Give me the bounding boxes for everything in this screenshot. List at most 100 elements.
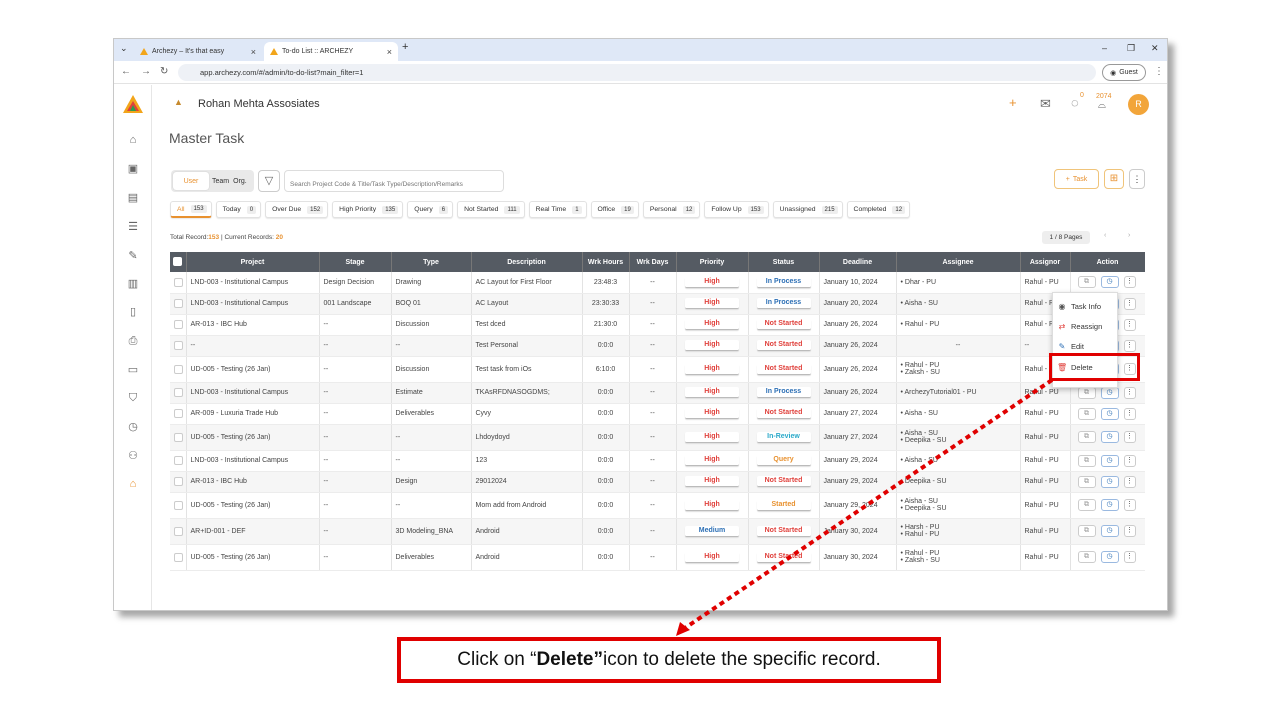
filter-chip[interactable]: All 153 — [170, 201, 212, 218]
row-checkbox[interactable] — [174, 320, 183, 329]
filter-chip[interactable]: Real Time 1 — [528, 201, 587, 218]
table-row[interactable]: AR-013 - IBC Hub -- Design 29012024 0:0:0 -- H… — [170, 471, 1145, 493]
column-header[interactable]: Wrk Hours — [582, 252, 630, 272]
row-menu-kebab-icon[interactable]: ⋮ — [1123, 475, 1136, 488]
filter-chip[interactable]: Query 6 — [407, 201, 454, 218]
table-row[interactable]: AR-013 - IBC Hub -- Discussion Test dced 21:… — [170, 314, 1145, 336]
filter-chip[interactable]: Follow Up 153 — [704, 201, 769, 218]
row-menu-kebab-icon[interactable]: ⋮ — [1123, 499, 1136, 511]
row-checkbox[interactable] — [174, 456, 183, 465]
prev-page-button[interactable]: ‹ — [1104, 232, 1106, 239]
reload-icon[interactable]: ↻ — [160, 66, 168, 77]
filter-chip[interactable]: Completed 12 — [846, 201, 911, 218]
tab-todo-list[interactable]: To-do List :: ARCHEZY × — [264, 42, 398, 61]
comment-button[interactable]: ⧉ — [1077, 551, 1096, 563]
comment-button[interactable]: ⧉ — [1077, 431, 1096, 443]
timesheet-icon[interactable]: ◷ — [126, 420, 140, 434]
chat-icon[interactable]: ◌ — [1071, 95, 1079, 110]
filter-chip[interactable]: Over Due 152 — [265, 201, 329, 218]
comment-button[interactable]: ⧉ — [1077, 499, 1096, 511]
edit-note-icon[interactable]: ✎ — [126, 249, 140, 263]
column-header[interactable]: Project — [186, 252, 320, 272]
row-checkbox[interactable] — [174, 432, 183, 442]
back-icon[interactable]: ← — [121, 66, 131, 77]
comment-button[interactable]: ⧉ — [1077, 454, 1096, 467]
row-checkbox[interactable] — [174, 299, 183, 308]
row-checkbox[interactable] — [174, 277, 183, 287]
list-icon[interactable]: ☰ — [126, 220, 140, 234]
row-checkbox[interactable] — [174, 364, 183, 374]
column-header[interactable]: Deadline — [819, 252, 897, 272]
report-icon[interactable]: ▥ — [126, 277, 140, 291]
row-checkbox[interactable] — [174, 477, 183, 486]
guest-profile-button[interactable]: ◉ Guest — [1102, 64, 1146, 81]
column-header[interactable]: Type — [391, 252, 472, 272]
column-header[interactable]: Assignor — [1020, 252, 1071, 272]
clock-icon[interactable]: ◷ — [1100, 386, 1119, 399]
comment-button[interactable]: ⧉ — [1077, 475, 1096, 488]
table-row[interactable]: AR+ID-001 - DEF -- 3D Modeling_BNA Android 0… — [170, 518, 1145, 545]
clock-icon[interactable]: ◷ — [1100, 525, 1119, 537]
row-menu-kebab-icon[interactable]: ⋮ — [1123, 454, 1136, 467]
filter-chip[interactable]: Unassigned 215 — [772, 201, 843, 218]
close-window-icon[interactable]: ✕ — [1151, 43, 1159, 54]
network-icon[interactable]: ⚇ — [126, 449, 140, 463]
tab-search-icon[interactable]: ⌄ — [120, 43, 128, 54]
row-checkbox[interactable] — [174, 500, 183, 510]
minimize-icon[interactable]: – — [1102, 43, 1107, 53]
filter-button[interactable]: ▽ — [258, 170, 280, 192]
clock-icon[interactable]: ◷ — [1100, 475, 1119, 488]
trophy-icon[interactable]: ⌓ — [1098, 100, 1106, 111]
clock-icon[interactable]: ◷ — [1100, 454, 1119, 467]
clock-icon[interactable]: ◷ — [1100, 499, 1119, 511]
table-row[interactable]: LND-003 - Institutional Campus 001 Landsc… — [170, 293, 1145, 315]
forward-icon[interactable]: → — [141, 66, 151, 77]
comment-button[interactable]: ⧉ — [1077, 525, 1096, 537]
search-input[interactable] — [284, 170, 504, 192]
table-row[interactable]: LND-003 - Institutional Campus -- -- 123 0:0… — [170, 450, 1145, 472]
filter-chip[interactable]: High Priority 135 — [332, 201, 404, 218]
segment-user[interactable]: User — [173, 172, 209, 190]
filter-chip[interactable]: Today 0 — [215, 201, 262, 218]
next-page-button[interactable]: › — [1128, 232, 1130, 239]
more-options-button[interactable]: ⋮ — [1129, 169, 1145, 189]
row-menu-kebab-icon[interactable]: ⋮ — [1123, 551, 1136, 563]
row-menu-kebab-icon[interactable]: ⋮ — [1123, 386, 1136, 399]
segment-team[interactable]: Team — [209, 172, 232, 190]
table-row[interactable]: UD-005 - Testing (26 Jan) -- Discussion Tes… — [170, 356, 1145, 383]
row-menu-kebab-icon[interactable]: ⋮ — [1123, 318, 1136, 331]
filter-chip[interactable]: Not Started 111 — [457, 201, 525, 218]
table-row[interactable]: UD-005 - Testing (26 Jan) -- -- Lhdoydoyd 0:… — [170, 424, 1145, 451]
url-input[interactable]: app.archezy.com/#/admin/to-do-list?main_… — [178, 64, 1096, 81]
column-header[interactable]: Action — [1070, 252, 1145, 272]
clock-icon[interactable]: ◷ — [1100, 551, 1119, 563]
row-menu-kebab-icon[interactable]: ⋮ — [1123, 431, 1136, 443]
row-menu-kebab-icon[interactable]: ⋮ — [1123, 276, 1136, 289]
comment-button[interactable]: ⧉ — [1077, 407, 1096, 420]
comment-button[interactable]: ⧉ — [1077, 276, 1096, 289]
comment-button[interactable]: ⧉ — [1077, 386, 1096, 399]
row-checkbox[interactable] — [174, 526, 183, 536]
table-row[interactable]: UD-005 - Testing (26 Jan) -- -- Mom add fro… — [170, 492, 1145, 519]
filter-chip[interactable]: Office 19 — [590, 201, 639, 218]
column-header[interactable]: Status — [748, 252, 820, 272]
table-row[interactable]: -- -- -- Test Personal 0:0:0 -- High Not Starte… — [170, 335, 1145, 357]
mail-icon[interactable]: ✉ — [1040, 96, 1051, 112]
document-icon[interactable]: ▯ — [126, 305, 140, 319]
row-checkbox[interactable] — [174, 388, 183, 397]
close-tab-icon[interactable]: × — [387, 47, 392, 57]
printer-icon[interactable]: ⎙ — [126, 334, 140, 348]
column-header[interactable]: Description — [471, 252, 583, 272]
table-row[interactable]: LND-003 - Institutional Campus -- Estimate… — [170, 382, 1145, 404]
restore-icon[interactable]: ❐ — [1127, 43, 1135, 54]
row-menu-kebab-icon[interactable]: ⋮ — [1123, 339, 1136, 352]
column-header[interactable]: Wrk Days — [629, 252, 677, 272]
new-tab-icon[interactable]: + — [402, 41, 408, 53]
lock-icon[interactable]: ⌂ — [126, 477, 140, 491]
clock-icon[interactable]: ◷ — [1100, 407, 1119, 420]
row-menu-kebab-icon[interactable]: ⋮ — [1123, 525, 1136, 537]
add-task-button[interactable]: + Task — [1054, 169, 1099, 189]
tab-archezy-home[interactable]: Archezy – It's that easy × — [134, 42, 262, 61]
home-icon[interactable]: ⌂ — [126, 133, 140, 147]
close-tab-icon[interactable]: × — [251, 47, 256, 57]
